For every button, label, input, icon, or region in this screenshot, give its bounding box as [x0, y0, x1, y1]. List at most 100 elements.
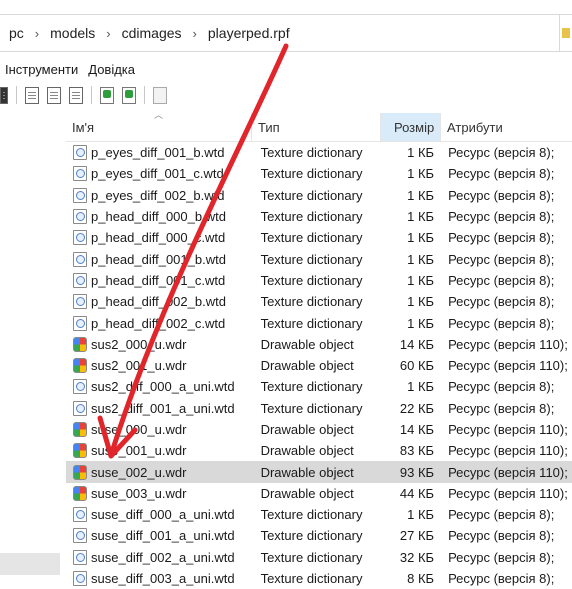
breadcrumb-cdimages[interactable]: cdimages — [113, 25, 191, 41]
breadcrumb-separator[interactable]: › — [191, 26, 199, 41]
file-attributes: Ресурс (версія 110); — [448, 358, 568, 374]
file-attributes: Ресурс (версія 110); — [448, 485, 568, 501]
file-type: Texture dictionary — [260, 187, 363, 203]
wtd-file-icon — [73, 571, 87, 587]
file-attributes: Ресурс (версія 110); — [448, 443, 568, 459]
file-type: Texture dictionary — [260, 400, 363, 416]
file-size: 93 КБ — [399, 464, 435, 480]
document-icon[interactable] — [0, 86, 8, 104]
toolbar-separator — [16, 86, 17, 104]
toolbar-separator — [91, 86, 92, 104]
file-row[interactable]: p_head_diff_002_c.wtd Texture dictionary 1… — [66, 312, 572, 333]
toolbar-separator — [144, 86, 145, 104]
file-size: 1 КБ — [407, 507, 435, 523]
text-document-icon[interactable] — [69, 86, 83, 104]
wtd-file-icon — [73, 528, 87, 544]
file-type: Texture dictionary — [260, 230, 363, 246]
wdr-file-icon — [73, 422, 87, 437]
file-row[interactable]: suse_001_u.wdr Drawable object 83 КБ Ресурс… — [66, 440, 572, 461]
wtd-file-icon — [73, 209, 87, 225]
file-name: sus2_diff_000_a_uni.wtd — [91, 379, 235, 395]
file-type: Texture dictionary — [260, 251, 363, 267]
file-type: Drawable object — [260, 485, 354, 501]
wdr-file-icon — [73, 443, 87, 459]
file-row[interactable]: suse_diff_003_a_uni.wtd Texture dictionar… — [66, 568, 572, 589]
file-row[interactable]: suse_000_u.wdr Drawable object 14 КБ Ресурс… — [66, 419, 572, 440]
file-row[interactable]: suse_diff_000_a_uni.wtd Texture dictionar… — [66, 504, 572, 525]
address-bar[interactable]: pc › models › cdimages › playerped.rpf — [0, 14, 572, 52]
file-type: Texture dictionary — [260, 209, 363, 225]
file-row[interactable]: p_head_diff_000_b.wtd Texture dictionary 1… — [66, 206, 572, 227]
file-type: Drawable object — [260, 422, 354, 437]
navigation-selected-item[interactable] — [0, 553, 60, 575]
file-row[interactable]: sus2_diff_000_a_uni.wtd Texture dictionar… — [66, 376, 572, 397]
search-box-edge[interactable] — [559, 15, 572, 51]
column-headers: ︿ Ім'я Тип Розмір Атрибути — [66, 110, 572, 142]
file-attributes: Ресурс (версія 8); — [448, 400, 555, 416]
column-header-attributes[interactable]: Атрибути — [441, 113, 572, 141]
file-attributes: Ресурс (версія 8); — [448, 294, 555, 310]
file-row[interactable]: suse_diff_002_a_uni.wtd Texture dictionar… — [66, 547, 572, 568]
file-name: p_head_diff_002_b.wtd — [91, 294, 226, 310]
breadcrumb-separator[interactable]: › — [33, 26, 41, 41]
file-row[interactable]: sus2_000_u.wdr Drawable object 14 КБ Ресурс… — [66, 334, 572, 355]
file-row[interactable]: p_head_diff_001_c.wtd Texture dictionary 1… — [66, 270, 572, 291]
file-name: suse_000_u.wdr — [91, 422, 187, 437]
file-type: Drawable object — [260, 336, 354, 352]
file-type: Texture dictionary — [260, 549, 363, 565]
file-type: Texture dictionary — [260, 571, 363, 587]
wdr-file-icon — [73, 358, 87, 374]
file-row[interactable]: p_eyes_diff_001_c.wtd Texture dictionary 1… — [66, 163, 572, 184]
breadcrumb-pc[interactable]: pc — [0, 25, 33, 41]
file-row[interactable]: p_head_diff_002_b.wtd Texture dictionary 1… — [66, 291, 572, 312]
file-row[interactable]: p_head_diff_001_b.wtd Texture dictionary 1… — [66, 248, 572, 269]
column-header-type-label: Тип — [258, 119, 280, 135]
import-icon[interactable] — [100, 86, 114, 104]
file-size: 1 КБ — [407, 315, 435, 331]
file-attributes: Ресурс (версія 8); — [448, 230, 555, 246]
wtd-file-icon — [73, 272, 87, 288]
file-attributes: Ресурс (версія 8); — [448, 315, 555, 331]
file-name: p_head_diff_000_c.wtd — [91, 230, 226, 246]
column-header-type[interactable]: Тип — [252, 113, 381, 141]
search-document-icon[interactable] — [25, 86, 39, 104]
menu-help[interactable]: Довідка — [83, 62, 140, 80]
file-size: 14 КБ — [399, 336, 435, 352]
file-size: 22 КБ — [399, 400, 435, 416]
menu-tools[interactable]: Інструменти — [0, 62, 83, 80]
file-name: p_head_diff_001_c.wtd — [91, 272, 226, 288]
file-name: sus2_diff_001_a_uni.wtd — [91, 400, 235, 416]
file-row[interactable]: suse_003_u.wdr Drawable object 44 КБ Ресурс… — [66, 483, 572, 504]
file-type: Texture dictionary — [260, 272, 363, 288]
file-type: Texture dictionary — [260, 145, 363, 161]
file-name: suse_002_u.wdr — [91, 464, 187, 480]
file-name: suse_003_u.wdr — [91, 485, 187, 501]
file-row[interactable]: sus2_001_u.wdr Drawable object 60 КБ Ресурс… — [66, 355, 572, 376]
file-attributes: Ресурс (версія 8); — [448, 571, 555, 587]
breadcrumb-separator[interactable]: › — [104, 26, 112, 41]
file-row[interactable]: p_head_diff_000_c.wtd Texture dictionary 1… — [66, 227, 572, 248]
file-size: 1 КБ — [407, 166, 435, 182]
file-row[interactable]: sus2_diff_001_a_uni.wtd Texture dictionar… — [66, 398, 572, 419]
file-type: Texture dictionary — [260, 315, 363, 331]
wtd-file-icon — [73, 230, 87, 246]
file-size: 1 КБ — [407, 272, 435, 288]
column-header-size[interactable]: Розмір — [381, 113, 441, 141]
wtd-file-icon — [73, 315, 87, 331]
column-header-name[interactable]: ︿ Ім'я — [66, 110, 252, 141]
file-row[interactable]: p_eyes_diff_002_b.wtd Texture dictionary 1… — [66, 185, 572, 206]
file-name: suse_001_u.wdr — [91, 443, 187, 459]
file-size: 1 КБ — [407, 230, 435, 246]
file-row[interactable]: p_eyes_diff_001_b.wtd Texture dictionary 1… — [66, 142, 572, 163]
breadcrumb-playerped[interactable]: playerped.rpf — [199, 25, 299, 41]
file-list: p_eyes_diff_001_b.wtd Texture dictionary 1… — [66, 142, 572, 589]
export-icon[interactable] — [122, 86, 136, 104]
wtd-file-icon — [73, 549, 87, 565]
file-row[interactable]: suse_002_u.wdr Drawable object 93 КБ Ресурс… — [66, 461, 572, 483]
file-size: 1 КБ — [407, 187, 435, 203]
file-row[interactable]: suse_diff_001_a_uni.wtd Texture dictionar… — [66, 525, 572, 546]
document-icon[interactable] — [47, 86, 61, 104]
wtd-file-icon — [73, 379, 87, 395]
sort-caret-icon: ︿ — [154, 110, 164, 120]
breadcrumb-models[interactable]: models — [41, 25, 104, 41]
